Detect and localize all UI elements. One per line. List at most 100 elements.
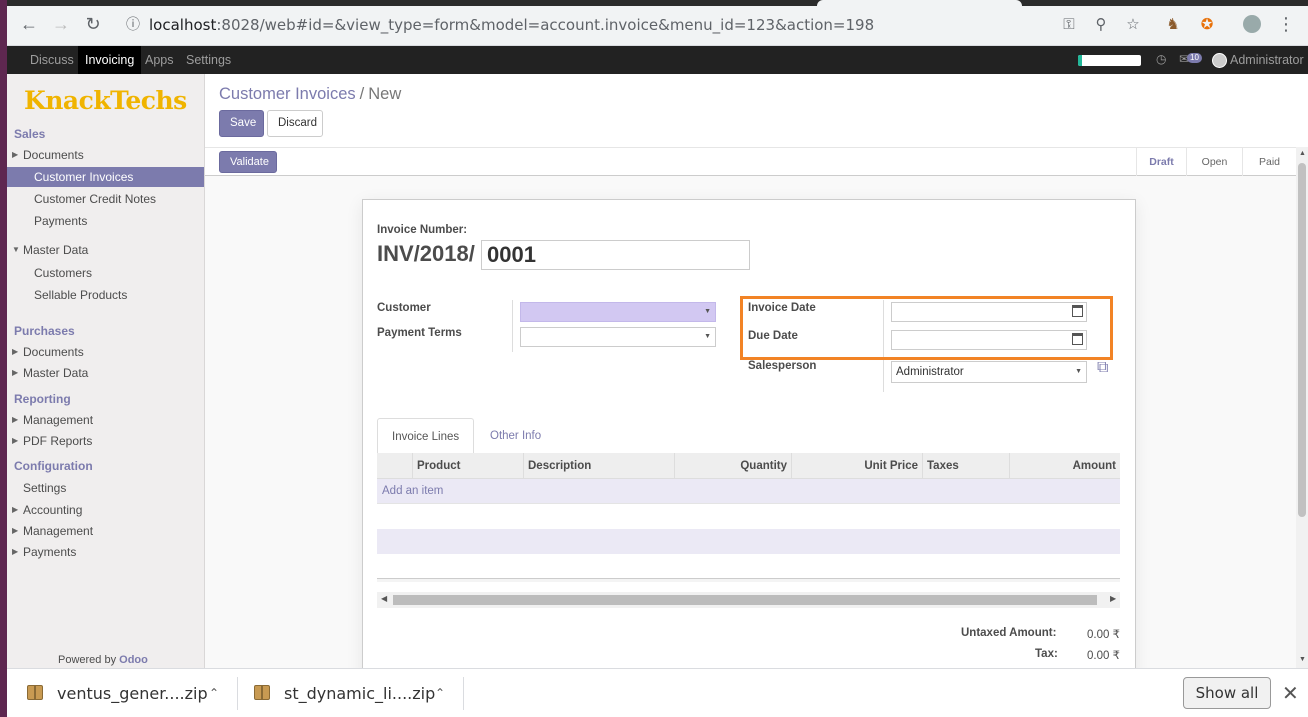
extension-icon[interactable]: ♞ (1164, 15, 1182, 33)
zoom-icon[interactable]: ⚲ (1092, 15, 1110, 33)
scroll-left-icon[interactable]: ◀ (381, 594, 387, 603)
sidebar-item-config-management[interactable]: ▶ Management (7, 521, 204, 541)
bookmark-star-icon[interactable]: ☆ (1124, 15, 1142, 33)
sidebar-item-purchase-documents[interactable]: ▶ Documents (7, 342, 204, 362)
sidebar-item-reporting-management[interactable]: ▶ Management (7, 410, 204, 430)
sidebar-item-config-payments[interactable]: ▶ Payments (7, 542, 204, 562)
caret-down-icon: ▼ (12, 245, 20, 254)
desktop-launcher-strip (0, 0, 7, 717)
close-icon[interactable]: ✕ (1282, 681, 1299, 706)
save-button[interactable]: Save (219, 110, 264, 137)
status-step-paid[interactable]: Paid (1242, 148, 1296, 176)
notebook-tabs: Invoice Lines Other Info (377, 418, 1120, 455)
show-all-button[interactable]: Show all (1183, 677, 1271, 709)
column-quantity[interactable]: Quantity (674, 453, 791, 479)
table-footer (377, 578, 1120, 582)
sidebar-item-sellable-products[interactable]: Sellable Products (7, 285, 204, 305)
tab-other-info[interactable]: Other Info (476, 418, 555, 455)
column-amount[interactable]: Amount (1009, 453, 1120, 479)
validate-button[interactable]: Validate (219, 151, 277, 173)
odoo-main-navbar: Discuss Invoicing Apps Settings ◷ ✉ 10 A… (7, 46, 1308, 74)
scroll-right-icon[interactable]: ▶ (1110, 594, 1116, 603)
page-vertical-scrollbar[interactable]: ▲ ▼ (1296, 147, 1308, 668)
scroll-up-icon[interactable]: ▲ (1299, 150, 1306, 157)
chevron-down-icon: ▼ (1075, 368, 1082, 375)
active-browser-tab[interactable] (817, 0, 1022, 6)
tab-invoice-lines[interactable]: Invoice Lines (377, 418, 475, 455)
menu-settings[interactable]: Settings (179, 46, 238, 74)
sidebar-item-settings[interactable]: Settings (7, 478, 204, 498)
sidebar-item-customers[interactable]: Customers (7, 263, 204, 283)
payment-terms-label: Payment Terms (377, 327, 462, 339)
payment-terms-select[interactable]: ▼ (520, 327, 716, 347)
company-logo: KnackTechs (24, 86, 187, 115)
sidebar-item-customer-credit-notes[interactable]: Customer Credit Notes (7, 189, 204, 209)
status-step-draft[interactable]: Draft (1136, 148, 1186, 176)
sidebar-item-label: Management (23, 413, 94, 427)
form-sheet: Invoice Number: INV/2018/ 0001 Customer … (362, 199, 1136, 679)
chevron-up-icon[interactable]: ⌃ (209, 686, 219, 700)
sidebar-item-sales-documents[interactable]: ▶ Documents (7, 145, 204, 165)
info-icon[interactable]: ⓘ (122, 13, 144, 35)
external-link-icon[interactable]: ⧉ (1097, 360, 1113, 376)
sidebar-item-accounting[interactable]: ▶ Accounting (7, 500, 204, 520)
menu-discuss[interactable]: Discuss (23, 46, 81, 74)
untaxed-amount-label: Untaxed Amount: (961, 627, 1057, 639)
form-statusbar: Validate Draft Open Paid (205, 147, 1308, 176)
invoice-number-input[interactable]: 0001 (481, 240, 750, 270)
forward-arrow-icon[interactable]: → (50, 13, 72, 35)
salesperson-select[interactable]: Administrator ▼ (891, 361, 1087, 383)
breadcrumb-customer-invoices[interactable]: Customer Invoices (219, 85, 356, 103)
table-horizontal-scrollbar[interactable]: ◀ ▶ (377, 592, 1120, 608)
sidebar-item-label: Customers (34, 266, 93, 280)
sidebar-item-label: Payments (23, 545, 77, 559)
sidebar-item-customer-invoices[interactable]: Customer Invoices (7, 167, 204, 187)
sidebar-item-label: Customer Credit Notes (34, 192, 157, 206)
column-unit-price[interactable]: Unit Price (791, 453, 922, 479)
kebab-menu-icon[interactable]: ⋮ (1277, 14, 1295, 34)
column-product[interactable]: Product (412, 453, 523, 479)
scroll-thumb[interactable] (1298, 163, 1306, 517)
scroll-down-icon[interactable]: ▼ (1299, 656, 1306, 663)
chevron-up-icon[interactable]: ⌃ (435, 686, 445, 700)
sidebar-item-purchase-master-data[interactable]: ▶ Master Data (7, 363, 204, 383)
column-handle (377, 453, 412, 479)
sidebar-item-master-data[interactable]: ▼ Master Data (7, 240, 204, 260)
address-bar[interactable]: localhost:8028/web#id=&view_type=form&mo… (149, 16, 874, 34)
user-menu[interactable]: Administrator (1230, 46, 1304, 74)
add-item-link[interactable]: Add an item (382, 479, 443, 504)
column-description[interactable]: Description (523, 453, 674, 479)
extension-ring-icon[interactable]: ✪ (1198, 15, 1216, 33)
download-filename: st_dynamic_li....zip (284, 684, 436, 703)
menu-apps[interactable]: Apps (138, 46, 181, 74)
menu-invoicing[interactable]: Invoicing (78, 46, 142, 74)
key-icon[interactable]: ⚿ (1060, 15, 1078, 33)
status-step-open[interactable]: Open (1186, 148, 1242, 176)
customer-label: Customer (377, 302, 431, 314)
tax-value: 0.00 ₹ (1087, 650, 1120, 662)
customer-select[interactable]: ▼ (520, 302, 716, 322)
add-item-row: Add an item (377, 479, 1120, 504)
chevron-down-icon: ▼ (704, 333, 711, 340)
discard-button[interactable]: Discard (267, 110, 323, 137)
activity-clock-icon[interactable]: ◷ (1156, 52, 1166, 66)
sidebar-item-payments[interactable]: Payments (7, 211, 204, 231)
sidebar-item-pdf-reports[interactable]: ▶ PDF Reports (7, 431, 204, 451)
odoo-link[interactable]: Odoo (119, 654, 148, 666)
breadcrumb: Customer Invoices / New (219, 85, 401, 104)
back-arrow-icon[interactable]: ← (18, 13, 40, 35)
reload-icon[interactable]: ↻ (82, 13, 104, 35)
user-avatar[interactable] (1212, 53, 1227, 68)
caret-right-icon: ▶ (12, 526, 19, 535)
field-divider (512, 300, 513, 352)
sidebar-item-label: PDF Reports (23, 434, 93, 448)
scroll-thumb[interactable] (393, 595, 1097, 605)
profile-avatar-icon[interactable] (1243, 15, 1261, 33)
progress-fill (1078, 55, 1082, 66)
sidebar-item-label: Master Data (23, 243, 89, 257)
sidebar-item-label: Accounting (23, 503, 83, 517)
breadcrumb-separator: / (359, 85, 365, 103)
caret-right-icon: ▶ (12, 150, 19, 159)
url-path: :8028/web#id=&view_type=form&model=accou… (216, 16, 875, 34)
column-taxes[interactable]: Taxes (922, 453, 1009, 479)
